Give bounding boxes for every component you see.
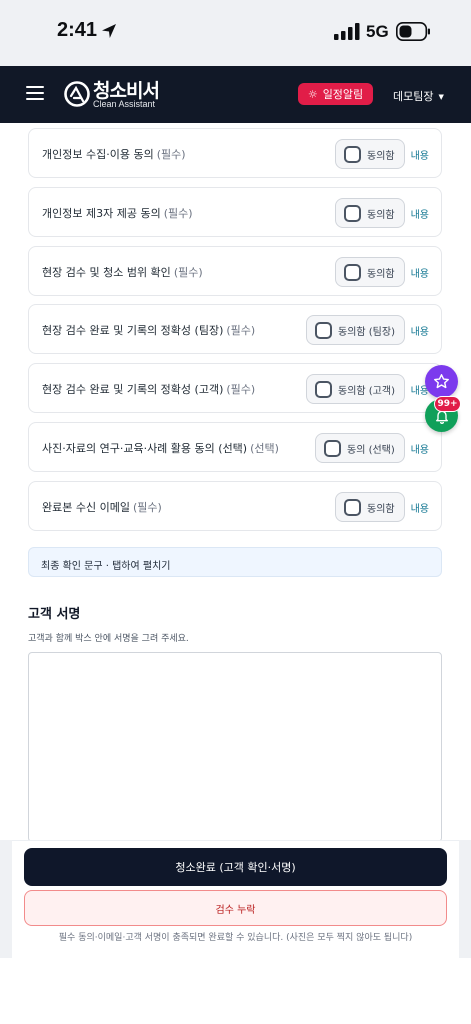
logo-icon [64,81,90,107]
caret-down-icon: ▼ [438,93,444,101]
consent-item-scope-check: 현장 검수 및 청소 범위 확인 (필수) 동의함 내용 [28,246,442,296]
signature-pad[interactable] [28,652,442,842]
consent-required: (필수) [173,266,203,279]
signature-description: 고객과 함께 박스 안에 서명을 그려 주세요. [28,634,189,644]
favorite-fab[interactable] [425,365,458,398]
network-type: 5G [366,22,389,41]
consent-label: 현장 검수 완료 및 기록의 정확성 (고객) [42,383,224,396]
app-header: 청소비서 Clean Assistant ☼ 일정알림 데모팀장 ▼ [0,66,471,123]
signal-icon [334,23,360,40]
consent-item-email: 완료본 수신 이메일 (필수) 동의함 내용 [28,481,442,531]
consent-label: 개인정보 수집·이용 동의 [42,148,154,161]
missing-inspection-button[interactable]: 검수 누락 [24,890,447,926]
consent-item-research-use: 사진·자료의 연구·교육·사례 활용 동의 (선택) (선택) 동의 (선택) 내… [28,422,442,472]
location-arrow-icon [102,24,116,38]
agree-checkbox[interactable]: 동의함 [335,492,405,522]
consent-label: 현장 검수 완료 및 기록의 정확성 (팀장) [42,324,224,337]
agree-checkbox[interactable]: 동의함 [335,257,405,287]
agree-checkbox[interactable]: 동의함 [335,139,405,169]
checkbox-icon [344,204,361,222]
detail-link[interactable]: 내용 [411,441,429,456]
consent-label: 개인정보 제3자 제공 동의 [42,207,161,220]
consent-item-privacy-collection: 개인정보 수집·이용 동의 (필수) 동의함 내용 [28,128,442,178]
checkbox-icon [324,439,341,457]
consent-required: (필수) [226,324,256,337]
consent-required: (필수) [226,383,256,396]
star-icon [434,374,449,389]
checkbox-icon [344,263,361,281]
status-time: 2:41 [57,19,98,41]
agree-checkbox[interactable]: 동의 (선택) [315,433,405,463]
checkbox-icon [315,380,332,398]
checkbox-icon [344,145,361,163]
agree-label: 동의함 (고객) [338,385,395,397]
agree-checkbox[interactable]: 동의함 [335,198,405,228]
notification-badge: 99+ [434,396,461,412]
signature-title: 고객 서명 [28,607,81,622]
detail-link[interactable]: 내용 [411,265,429,280]
consent-item-third-party: 개인정보 제3자 제공 동의 (필수) 동의함 내용 [28,187,442,237]
final-confirm-toggle[interactable]: 최종 확인 문구 · 탭하여 펼치기 [28,547,442,577]
consent-required: (필수) [163,207,193,220]
logo-subtitle: Clean Assistant [93,99,156,109]
agree-checkbox[interactable]: 동의함 (팀장) [306,315,405,345]
schedule-alarm-label: 일정알림 [322,88,364,101]
team-menu[interactable]: 데모팀장 ▼ [393,88,444,104]
status-bar: 2:41 5G [0,0,471,66]
detail-link[interactable]: 내용 [411,323,429,338]
consent-required: (필수) [132,501,162,514]
team-label: 데모팀장 [393,90,434,103]
complete-button[interactable]: 청소완료 (고객 확인·서명) [24,848,447,886]
agree-label: 동의함 [367,503,395,515]
consent-required: (필수) [156,148,186,161]
agree-label: 동의함 [367,268,395,280]
consent-label: 현장 검수 및 청소 범위 확인 [42,266,171,279]
completion-footnote: 필수 동의·이메일·고객 서명이 충족되면 완료할 수 있습니다. (사진은 모… [58,933,413,943]
hamburger-icon[interactable] [26,86,44,102]
checkbox-icon [344,498,361,516]
agree-label: 동의 (선택) [347,444,395,456]
detail-link[interactable]: 내용 [411,147,429,162]
agree-label: 동의함 [367,150,395,162]
page-bottom [0,958,471,1024]
agree-label: 동의함 [367,209,395,221]
battery-icon [396,22,430,41]
checkbox-icon [315,321,332,339]
consent-label: 완료본 수신 이메일 [42,501,130,514]
sun-icon: ☼ [307,87,318,101]
agree-checkbox[interactable]: 동의함 (고객) [306,374,405,404]
consent-label: 사진·자료의 연구·교육·사례 활용 동의 (선택) [42,442,248,455]
consent-item-accuracy-leader: 현장 검수 완료 및 기록의 정확성 (팀장) (필수) 동의함 (팀장) 내용 [28,304,442,354]
consent-required: (선택) [250,442,279,455]
consent-item-accuracy-customer: 현장 검수 완료 및 기록의 정확성 (고객) (필수) 동의함 (고객) 내용 [28,363,442,413]
detail-link[interactable]: 내용 [411,206,429,221]
detail-link[interactable]: 내용 [411,500,429,515]
agree-label: 동의함 (팀장) [338,326,395,338]
schedule-alarm-button[interactable]: ☼ 일정알림 [298,83,373,105]
